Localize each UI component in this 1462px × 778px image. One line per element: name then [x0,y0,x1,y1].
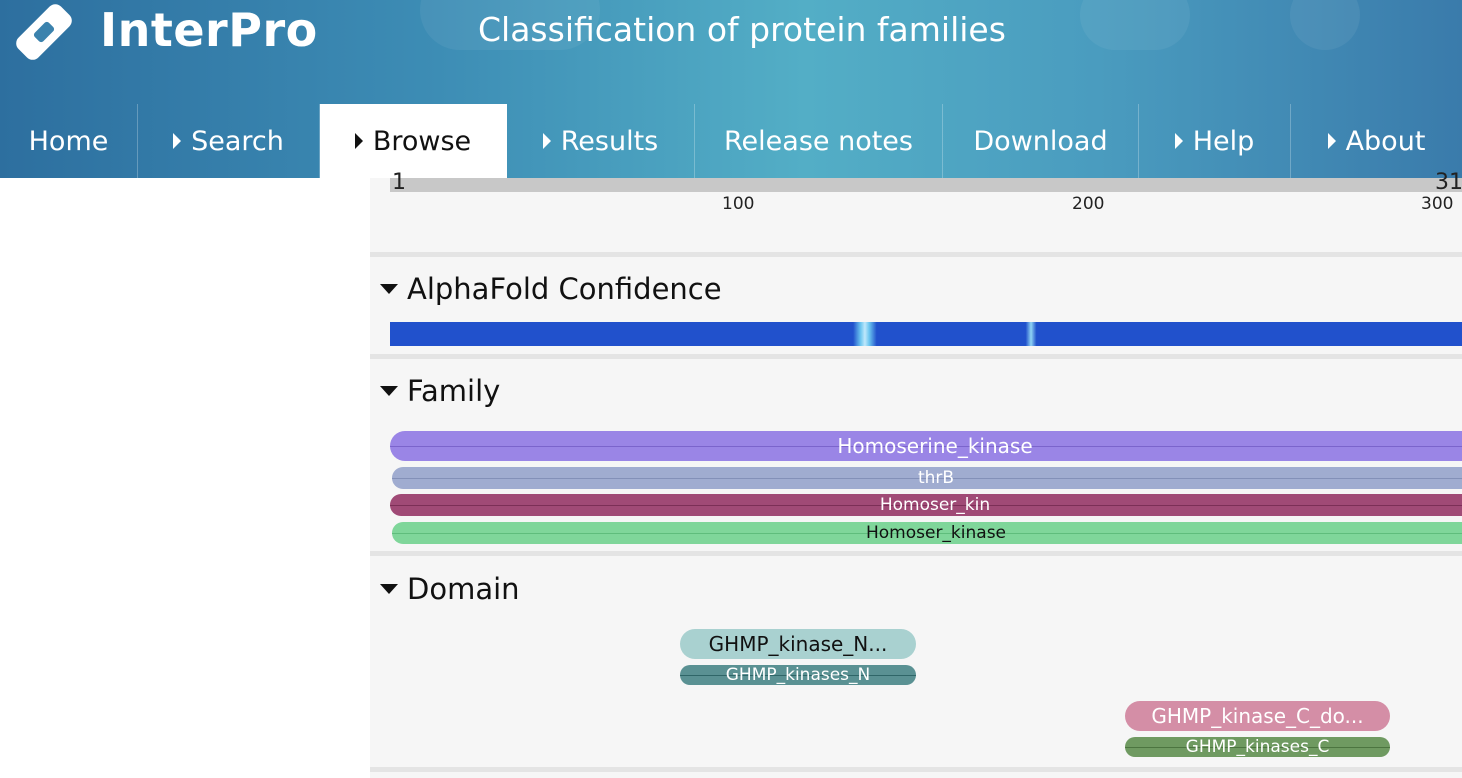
ruler-start-label: 1 [392,170,406,195]
main-nav: Home Search Browse Results Release notes… [0,104,1462,178]
sequence-ruler[interactable] [390,178,1462,192]
nav-search[interactable]: Search [138,104,320,178]
nav-download[interactable]: Download [943,104,1139,178]
section-domain-toggle[interactable]: Domain [380,572,520,606]
alphafold-confidence-track[interactable] [390,322,1462,346]
section-divider [370,551,1462,556]
nav-download-label: Download [973,125,1108,157]
domain-track-label: GHMP_kinases_C [1185,737,1330,757]
protein-viewer: 1 31 100 200 300 AlphaFold Confidence Fa… [370,172,1462,778]
nav-results[interactable]: Results [507,104,695,178]
section-divider [370,354,1462,359]
section-family-toggle[interactable]: Family [380,374,500,408]
triangle-down-icon [380,386,398,396]
interpro-logo-icon[interactable] [8,0,80,68]
family-track-label: Homoser_kinase [865,523,1007,543]
ruler-tick-label: 100 [722,194,755,214]
family-track-label: thrB [917,468,955,488]
nav-browse[interactable]: Browse [320,104,507,178]
caret-right-icon [354,133,363,149]
section-family-title: Family [407,374,501,408]
domain-track-ghmp-kinase-c[interactable]: GHMP_kinase_C_do... [1125,701,1390,731]
nav-release-notes[interactable]: Release notes [695,104,943,178]
family-track-homoser-kin[interactable]: Homoser_kin [390,494,1462,516]
nav-home[interactable]: Home [0,104,138,178]
nav-search-label: Search [191,125,284,157]
ruler-tick-label: 300 [1421,194,1454,214]
domain-track-ghmp-kinase-n[interactable]: GHMP_kinase_N... [680,629,916,659]
domain-track-ghmp-kinases-n[interactable]: GHMP_kinases_N [680,665,916,685]
section-alphafold-toggle[interactable]: AlphaFold Confidence [380,272,722,306]
family-track-label: Homoser_kin [879,495,991,515]
nav-help-label: Help [1192,125,1255,157]
section-divider [370,767,1462,772]
nav-release-notes-label: Release notes [724,125,913,157]
domain-track-label: GHMP_kinases_N [725,665,871,685]
family-track-homoserine-kinase[interactable]: Homoserine_kinase [390,431,1462,461]
nav-about[interactable]: About [1291,104,1462,178]
family-track-homoser-kinase[interactable]: Homoser_kinase [392,522,1462,544]
family-track-label: Homoserine_kinase [837,434,1033,458]
caret-right-icon [542,133,551,149]
site-header: InterPro Classification of protein famil… [0,0,1462,178]
nav-home-label: Home [28,125,109,157]
site-tagline: Classification of protein families [478,10,1006,49]
caret-right-icon [173,133,182,149]
domain-track-label: GHMP_kinase_N... [708,632,888,656]
ruler-end-label: 31 [1435,170,1462,195]
domain-track-label: GHMP_kinase_C_do... [1151,704,1364,728]
logo-text[interactable]: InterPro [100,2,318,58]
triangle-down-icon [380,284,398,294]
caret-right-icon [1174,133,1183,149]
header-decoration [1290,0,1360,50]
caret-right-icon [1327,133,1336,149]
header-decoration [1080,0,1190,50]
nav-results-label: Results [560,125,659,157]
ruler-tick-label: 200 [1072,194,1105,214]
nav-help[interactable]: Help [1139,104,1291,178]
section-domain-title: Domain [407,572,520,606]
family-track-thrb[interactable]: thrB [392,467,1462,489]
nav-about-label: About [1345,125,1426,157]
section-alphafold-title: AlphaFold Confidence [407,272,722,306]
nav-browse-label: Browse [372,125,472,157]
domain-track-ghmp-kinases-c[interactable]: GHMP_kinases_C [1125,737,1390,757]
section-divider [370,252,1462,257]
triangle-down-icon [380,584,398,594]
